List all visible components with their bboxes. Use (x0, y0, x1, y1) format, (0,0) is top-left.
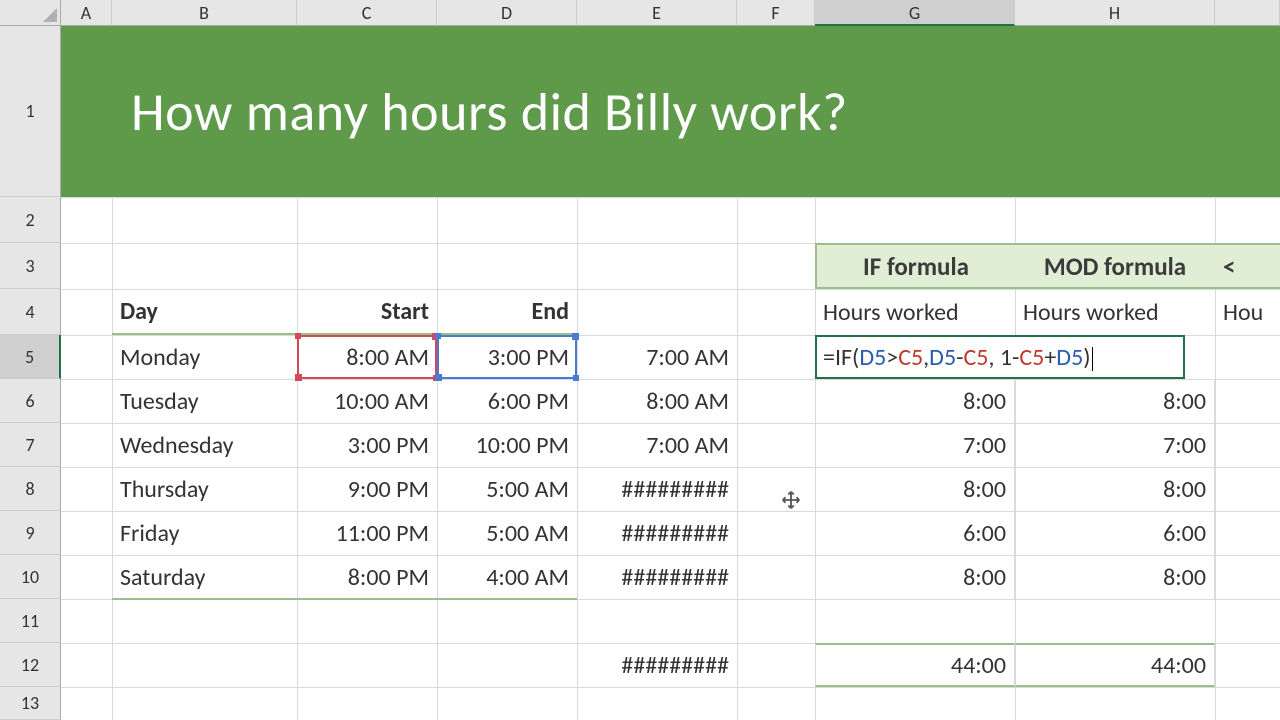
title-banner: How many hours did Billy work? (61, 26, 1280, 197)
cell-G7[interactable]: 7:00 (815, 423, 1015, 467)
row-header-2[interactable]: 2 (0, 197, 61, 243)
cell-C7[interactable]: 3:00 PM (297, 423, 437, 467)
th-start: Start (297, 289, 437, 335)
row-header-6[interactable]: 6 (0, 379, 61, 423)
cell-H10[interactable]: 8:00 (1015, 555, 1215, 599)
row-header-1[interactable]: 1 (0, 26, 61, 197)
select-all-corner[interactable] (0, 0, 61, 26)
col-header-D[interactable]: D (437, 0, 577, 26)
cell-E8[interactable]: ######### (577, 467, 737, 511)
cell-D10[interactable]: 4:00 AM (437, 555, 577, 599)
subheader-hours-i: Hou (1215, 289, 1280, 335)
row-header-5[interactable]: 5 (0, 335, 61, 379)
col-header-E[interactable]: E (577, 0, 737, 26)
cell-D7[interactable]: 10:00 PM (437, 423, 577, 467)
cell-B10[interactable]: Saturday (112, 555, 297, 599)
move-cursor-icon (780, 489, 802, 511)
col-header-A[interactable]: A (61, 0, 112, 26)
cell-B7[interactable]: Wednesday (112, 423, 297, 467)
cell-G6[interactable]: 8:00 (815, 379, 1015, 423)
row-header-13[interactable]: 13 (0, 687, 61, 720)
cell-H12-total[interactable]: 44:00 (1015, 643, 1215, 687)
col-header-C[interactable]: C (297, 0, 437, 26)
cell-D8[interactable]: 5:00 AM (437, 467, 577, 511)
th-day: Day (112, 289, 297, 335)
row-header-7[interactable]: 7 (0, 423, 61, 467)
row-header-8[interactable]: 8 (0, 467, 61, 511)
table-bottom-border (112, 598, 577, 600)
cell-D6[interactable]: 6:00 PM (437, 379, 577, 423)
cell-E10[interactable]: ######### (577, 555, 737, 599)
cell-C5[interactable]: 8:00 AM (297, 335, 437, 379)
cell-E12[interactable]: ######### (577, 643, 737, 687)
cell-B9[interactable]: Friday (112, 511, 297, 555)
cell-C6[interactable]: 10:00 AM (297, 379, 437, 423)
cell-C8[interactable]: 9:00 PM (297, 467, 437, 511)
cell-H6[interactable]: 8:00 (1015, 379, 1215, 423)
row-header-12[interactable]: 12 (0, 643, 61, 687)
subheader-hours-g: Hours worked (815, 289, 1015, 335)
cell-H7[interactable]: 7:00 (1015, 423, 1215, 467)
cell-E9[interactable]: ######### (577, 511, 737, 555)
cell-B5[interactable]: Monday (112, 335, 297, 379)
header-mod-formula: MOD formula (1015, 243, 1215, 289)
cell-G5-editing[interactable]: =IF(D5>C5,D5-C5, 1-C5+D5) (815, 335, 1185, 379)
header-overflow: < (1215, 243, 1280, 289)
spreadsheet[interactable]: A B C D E F G H 1 2 3 4 5 6 7 8 9 10 11 … (0, 0, 1280, 720)
row-header-10[interactable]: 10 (0, 555, 61, 599)
col-header-B[interactable]: B (112, 0, 297, 26)
cell-E6[interactable]: 8:00 AM (577, 379, 737, 423)
cell-G9[interactable]: 6:00 (815, 511, 1015, 555)
cell-G12-total[interactable]: 44:00 (815, 643, 1015, 687)
th-end: End (437, 289, 577, 335)
cell-E7[interactable]: 7:00 AM (577, 423, 737, 467)
col-header-G[interactable]: G (815, 0, 1015, 26)
col-header-H[interactable]: H (1015, 0, 1215, 26)
cell-H8[interactable]: 8:00 (1015, 467, 1215, 511)
col-header-F[interactable]: F (737, 0, 815, 26)
row-header-9[interactable]: 9 (0, 511, 61, 555)
cell-D5[interactable]: 3:00 PM (437, 335, 577, 379)
cell-G8[interactable]: 8:00 (815, 467, 1015, 511)
cell-C10[interactable]: 8:00 PM (297, 555, 437, 599)
cell-E5[interactable]: 7:00 AM (577, 335, 737, 379)
subheader-hours-h: Hours worked (1015, 289, 1215, 335)
cell-B6[interactable]: Tuesday (112, 379, 297, 423)
cell-B8[interactable]: Thursday (112, 467, 297, 511)
cell-G10[interactable]: 8:00 (815, 555, 1015, 599)
cell-D9[interactable]: 5:00 AM (437, 511, 577, 555)
cell-H9[interactable]: 6:00 (1015, 511, 1215, 555)
row-header-3[interactable]: 3 (0, 243, 61, 289)
col-header-I-partial[interactable] (1215, 0, 1280, 26)
row-header-11[interactable]: 11 (0, 599, 61, 643)
row-header-4[interactable]: 4 (0, 289, 61, 335)
header-if-formula: IF formula (815, 243, 1015, 289)
cell-C9[interactable]: 11:00 PM (297, 511, 437, 555)
